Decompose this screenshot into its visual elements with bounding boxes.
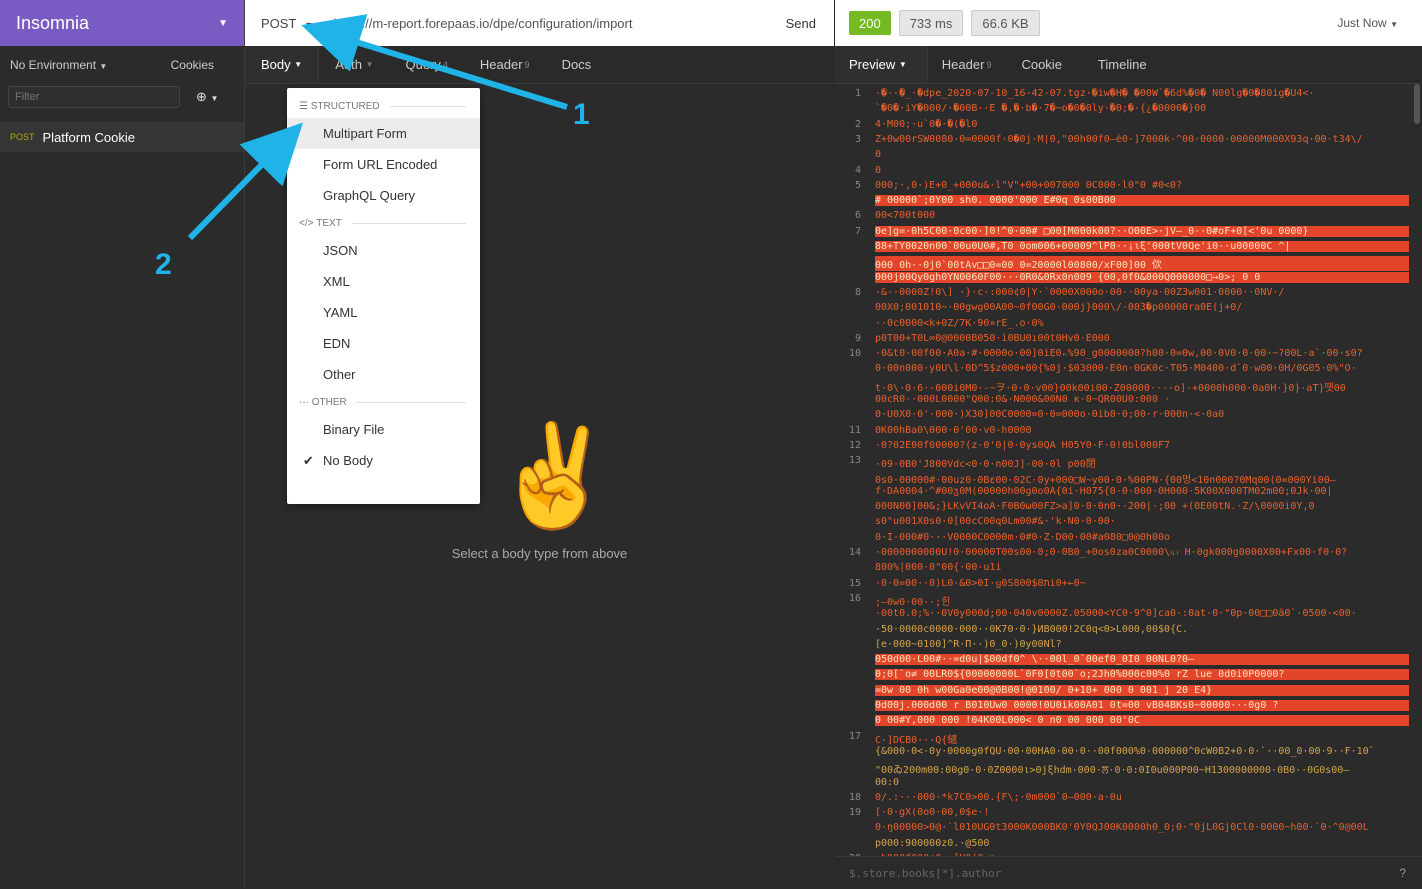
annotation-arrow-1	[301, 14, 568, 110]
annotation-arrow-2	[187, 122, 303, 241]
annotation-number-2: 2	[155, 248, 172, 281]
annotation-number-1: 1	[573, 98, 590, 131]
annotation-arrows	[187, 14, 568, 241]
